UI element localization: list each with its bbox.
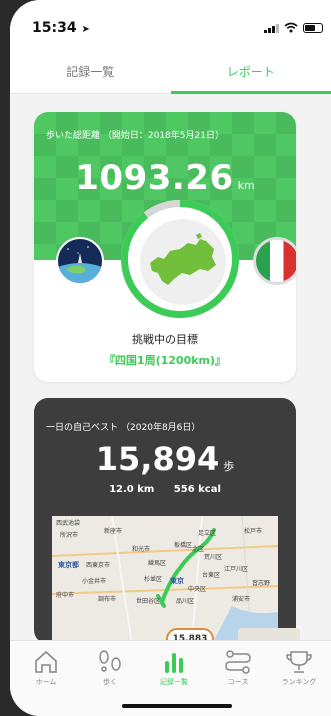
bar-chart-icon: [165, 653, 183, 673]
total-distance-unit: km: [237, 179, 255, 192]
best-calories: 556 kcal: [173, 484, 221, 495]
goal-progress-ring: [121, 200, 239, 318]
daily-best-caption: 一日の自己ベスト （2020年8月6日）: [46, 423, 201, 433]
app-screen: 15:34 ➤ 記録一覧 レポート 歩いた総距離 （開始日：2018年5月21日…: [10, 0, 331, 716]
best-steps-value: 15,894: [95, 440, 220, 478]
goal-name[interactable]: 『四国1周(1200km)』: [34, 352, 296, 368]
status-time: 15:34 ➤: [32, 20, 90, 36]
tab-report[interactable]: レポート: [171, 52, 331, 94]
italy-flag-icon: [253, 237, 296, 285]
home-indicator: [122, 704, 232, 708]
total-distance: 1093.26 km: [34, 158, 296, 198]
tab-ranking[interactable]: ランキング: [267, 649, 331, 687]
tab-records-list[interactable]: 記録一覧: [142, 649, 206, 687]
tab-walk[interactable]: 歩く: [78, 649, 142, 687]
shikoku-map-icon: [140, 219, 226, 305]
battery-icon: [303, 22, 323, 33]
total-distance-value: 1093.26: [75, 158, 234, 198]
tab-home[interactable]: ホーム: [14, 649, 78, 687]
daily-best-card[interactable]: 一日の自己ベスト （2020年8月6日） 15,894 歩 12.0 km 556…: [34, 398, 296, 644]
best-steps-unit: 歩: [223, 460, 235, 473]
footprints-icon: [99, 650, 121, 672]
status-bar: 15:34 ➤: [10, 0, 331, 52]
total-distance-caption: 歩いた総距離 （開始日：2018年5月21日）: [46, 131, 224, 141]
location-arrow-icon: ➤: [81, 24, 90, 35]
wifi-icon: [284, 22, 298, 33]
route-icon: [225, 650, 251, 674]
best-distance: 12.0 km: [109, 484, 155, 495]
top-tabs: 記録一覧 レポート: [10, 52, 331, 94]
best-steps: 15,894 歩: [34, 440, 296, 478]
globe-icon: [56, 237, 104, 285]
signal-icon: [264, 23, 279, 33]
tab-records[interactable]: 記録一覧: [10, 52, 171, 94]
tab-course[interactable]: コース: [206, 649, 270, 687]
best-sub-stats: 12.0 km 556 kcal: [34, 484, 296, 495]
home-icon: [35, 650, 57, 673]
trophy-icon: [286, 651, 312, 673]
total-distance-card[interactable]: 歩いた総距離 （開始日：2018年5月21日） 1093.26 km 挑戦中の目…: [34, 112, 296, 382]
goal-label: 挑戦中の目標: [132, 333, 198, 346]
active-tab-indicator: [170, 91, 331, 94]
